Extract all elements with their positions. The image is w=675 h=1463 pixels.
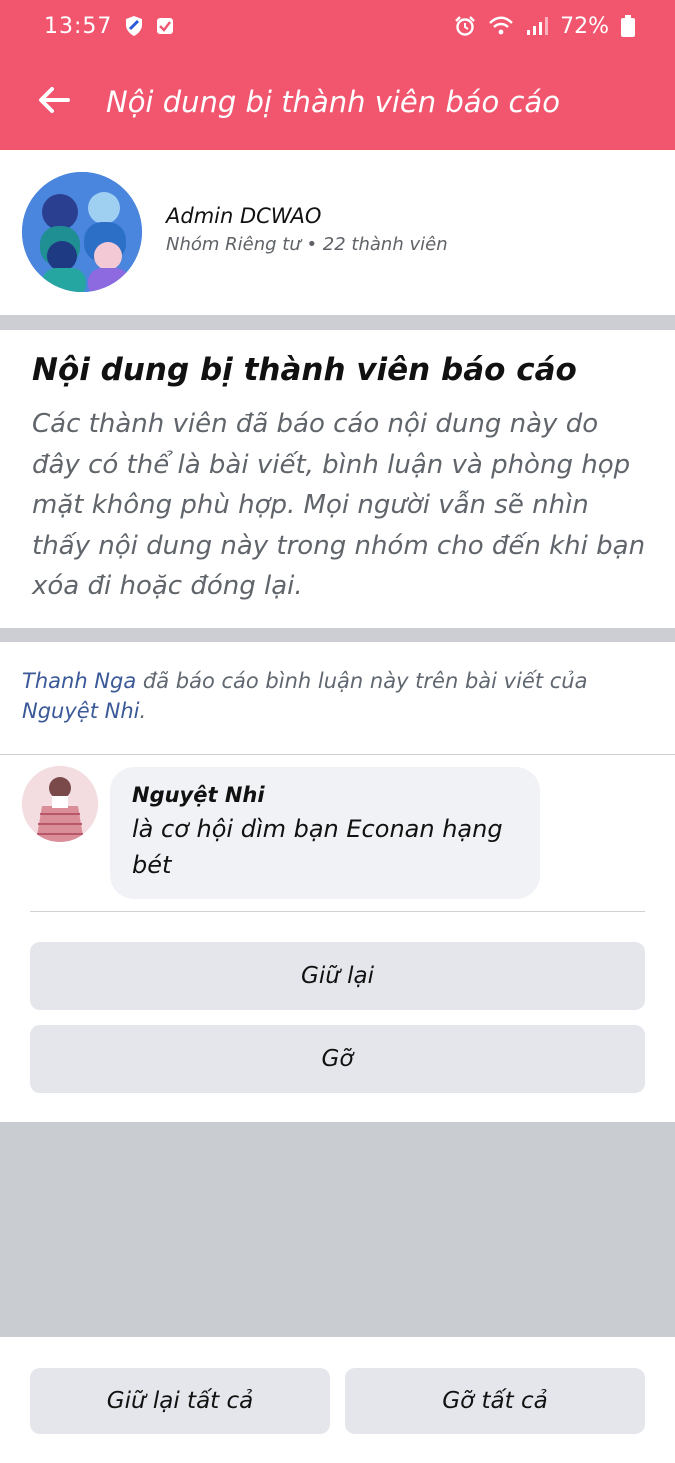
post-author-link[interactable]: Nguyệt Nhi <box>22 699 139 723</box>
alarm-icon <box>454 15 476 37</box>
check-icon <box>156 17 174 35</box>
report-text: đã báo cáo bình luận này trên bài viết c… <box>136 669 588 693</box>
page-title: Nội dung bị thành viên báo cáo <box>106 85 560 119</box>
bottom-action-bar: Giữ lại tất cả Gỡ tất cả <box>0 1337 675 1463</box>
comment-author[interactable]: Nguyệt Nhi <box>132 781 518 809</box>
back-button[interactable] <box>32 80 76 124</box>
app-bar: Nội dung bị thành viên báo cáo <box>0 60 675 144</box>
keep-button[interactable]: Giữ lại <box>30 942 645 1010</box>
status-time: 13:57 <box>44 13 113 39</box>
info-section: Nội dung bị thành viên báo cáo Các thành… <box>0 330 675 628</box>
battery-percent: 72% <box>560 13 609 39</box>
info-description: Các thành viên đã báo cáo nội dung này d… <box>32 409 646 601</box>
avatar[interactable] <box>22 766 98 842</box>
comment-text: là cơ hội dìm bạn Econan hạng bét <box>132 815 503 879</box>
shield-icon <box>124 15 144 37</box>
reporter-link[interactable]: Thanh Nga <box>22 669 136 693</box>
arrow-left-icon <box>37 85 71 119</box>
group-avatar <box>22 172 142 292</box>
comment-bubble[interactable]: Nguyệt Nhi là cơ hội dìm bạn Econan hạng… <box>110 767 540 899</box>
section-divider <box>0 315 675 330</box>
keep-all-button[interactable]: Giữ lại tất cả <box>30 1368 330 1434</box>
group-name[interactable]: Admin DCWAO <box>166 204 321 228</box>
report-note: Thanh Nga đã báo cáo bình luận này trên … <box>22 666 657 726</box>
wifi-icon <box>488 16 514 36</box>
empty-area <box>0 1122 675 1337</box>
remove-button[interactable]: Gỡ <box>30 1025 645 1093</box>
group-meta: Nhóm Riêng tư • 22 thành viên <box>166 234 448 255</box>
divider <box>30 911 645 912</box>
signal-icon <box>526 16 549 36</box>
report-end: . <box>139 699 147 723</box>
group-header[interactable]: Admin DCWAO Nhóm Riêng tư • 22 thành viê… <box>0 150 675 315</box>
section-divider <box>0 628 675 642</box>
app-header: 13:57 72% Nội dung bị thành viên báo cáo <box>0 0 675 150</box>
divider <box>0 754 675 755</box>
status-bar: 13:57 72% <box>0 0 675 52</box>
info-title: Nội dung bị thành viên báo cáo <box>32 352 577 388</box>
remove-all-button[interactable]: Gỡ tất cả <box>345 1368 645 1434</box>
battery-icon <box>621 15 635 37</box>
